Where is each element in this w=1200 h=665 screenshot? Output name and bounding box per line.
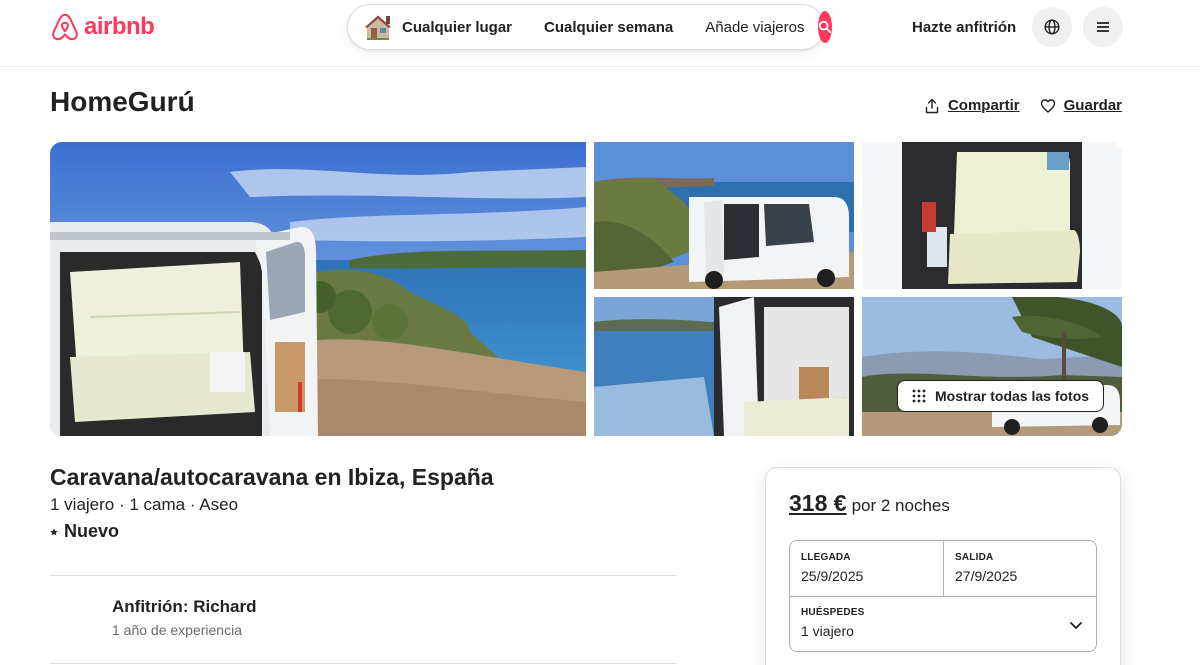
gallery-photo[interactable]: [594, 297, 854, 436]
search-button[interactable]: [818, 11, 833, 43]
search-week[interactable]: Cualquier semana: [528, 5, 689, 49]
main-photo[interactable]: [50, 142, 586, 436]
listing-overview: 1 viajero · 1 cama · Aseo: [50, 495, 239, 514]
become-host-link[interactable]: Hazte anfitrión: [900, 8, 1028, 46]
star-icon: [50, 527, 58, 535]
van-trees-photo: [862, 297, 1122, 436]
section-divider: [50, 575, 676, 576]
chevron-down-icon: [1070, 622, 1082, 629]
gallery-photo[interactable]: [594, 142, 854, 289]
van-seaside-photo: [50, 142, 586, 436]
house-icon: [365, 15, 391, 40]
price-row: 318 € por 2 noches: [789, 490, 950, 517]
search-icon: [819, 20, 832, 34]
save-button[interactable]: Guardar: [1040, 97, 1122, 114]
search-bar[interactable]: Cualquier lugar Cualquier semana Añade v…: [347, 4, 833, 50]
share-label: Compartir: [947, 97, 1020, 114]
language-button[interactable]: [1032, 7, 1072, 47]
main-menu-button[interactable]: [1083, 7, 1123, 47]
checkin-label: LLEGADA: [801, 552, 851, 563]
checkout-label: SALIDA: [955, 552, 994, 563]
heart-icon: [1040, 98, 1055, 113]
title-actions: Compartir Guardar: [924, 97, 1122, 114]
search-place[interactable]: Cualquier lugar: [348, 5, 528, 49]
checkout-value: 27/9/2025: [955, 568, 1018, 584]
brand-name: airbnb: [84, 13, 155, 40]
rating: Nuevo: [50, 521, 119, 542]
search-guests-label: Añade viajeros: [705, 18, 805, 36]
search-week-label: Cualquier semana: [544, 18, 674, 36]
booking-card: 318 € por 2 noches LLEGADA 25/9/2025 SAL…: [765, 467, 1121, 665]
hamburger-menu-icon: [1097, 22, 1109, 32]
checkout-field[interactable]: SALIDA 27/9/2025: [944, 541, 1096, 596]
van-cliff-photo: [594, 142, 854, 289]
booking-fields: LLEGADA 25/9/2025 SALIDA 27/9/2025 HUÉSP…: [789, 540, 1097, 652]
grid-dots-icon: [912, 389, 926, 403]
guests-field[interactable]: HUÉSPEDES 1 viajero: [790, 597, 1096, 651]
van-sea-view-photo: [594, 297, 854, 436]
checkin-field[interactable]: LLEGADA 25/9/2025: [790, 541, 944, 596]
share-icon: [925, 98, 939, 113]
airbnb-logo-icon: [52, 13, 78, 41]
rating-label: Nuevo: [64, 521, 120, 541]
gallery-photo[interactable]: [862, 142, 1122, 289]
gallery-photo[interactable]: [862, 297, 1122, 436]
show-all-photos-button[interactable]: Mostrar todas las fotos: [897, 380, 1105, 412]
guests-label: HUÉSPEDES: [801, 607, 865, 618]
guests-value: 1 viajero: [801, 623, 854, 639]
price-period: por 2 noches: [851, 496, 950, 515]
total-price[interactable]: 318 €: [789, 490, 847, 517]
search-place-label: Cualquier lugar: [402, 18, 513, 36]
host-experience: 1 año de experiencia: [112, 622, 242, 638]
listing-title: HomeGurú: [50, 86, 195, 117]
globe-icon: [1044, 19, 1060, 35]
host-avatar[interactable]: [62, 598, 102, 638]
show-all-photos-label: Mostrar todas las fotos: [935, 388, 1090, 404]
search-guests[interactable]: Añade viajeros: [689, 5, 818, 49]
airbnb-logo[interactable]: airbnb: [50, 11, 155, 43]
checkin-value: 25/9/2025: [801, 568, 864, 584]
share-button[interactable]: Compartir: [924, 97, 1020, 114]
save-label: Guardar: [1063, 97, 1122, 114]
host-name: Anfitrión: Richard: [112, 597, 257, 616]
van-interior-seat-photo: [862, 142, 1122, 289]
section-divider: [50, 663, 676, 664]
top-header: airbnb Cualquier lugar Cualquier semana …: [0, 0, 1200, 67]
listing-subtitle: Caravana/autocaravana en Ibiza, España: [50, 464, 494, 490]
